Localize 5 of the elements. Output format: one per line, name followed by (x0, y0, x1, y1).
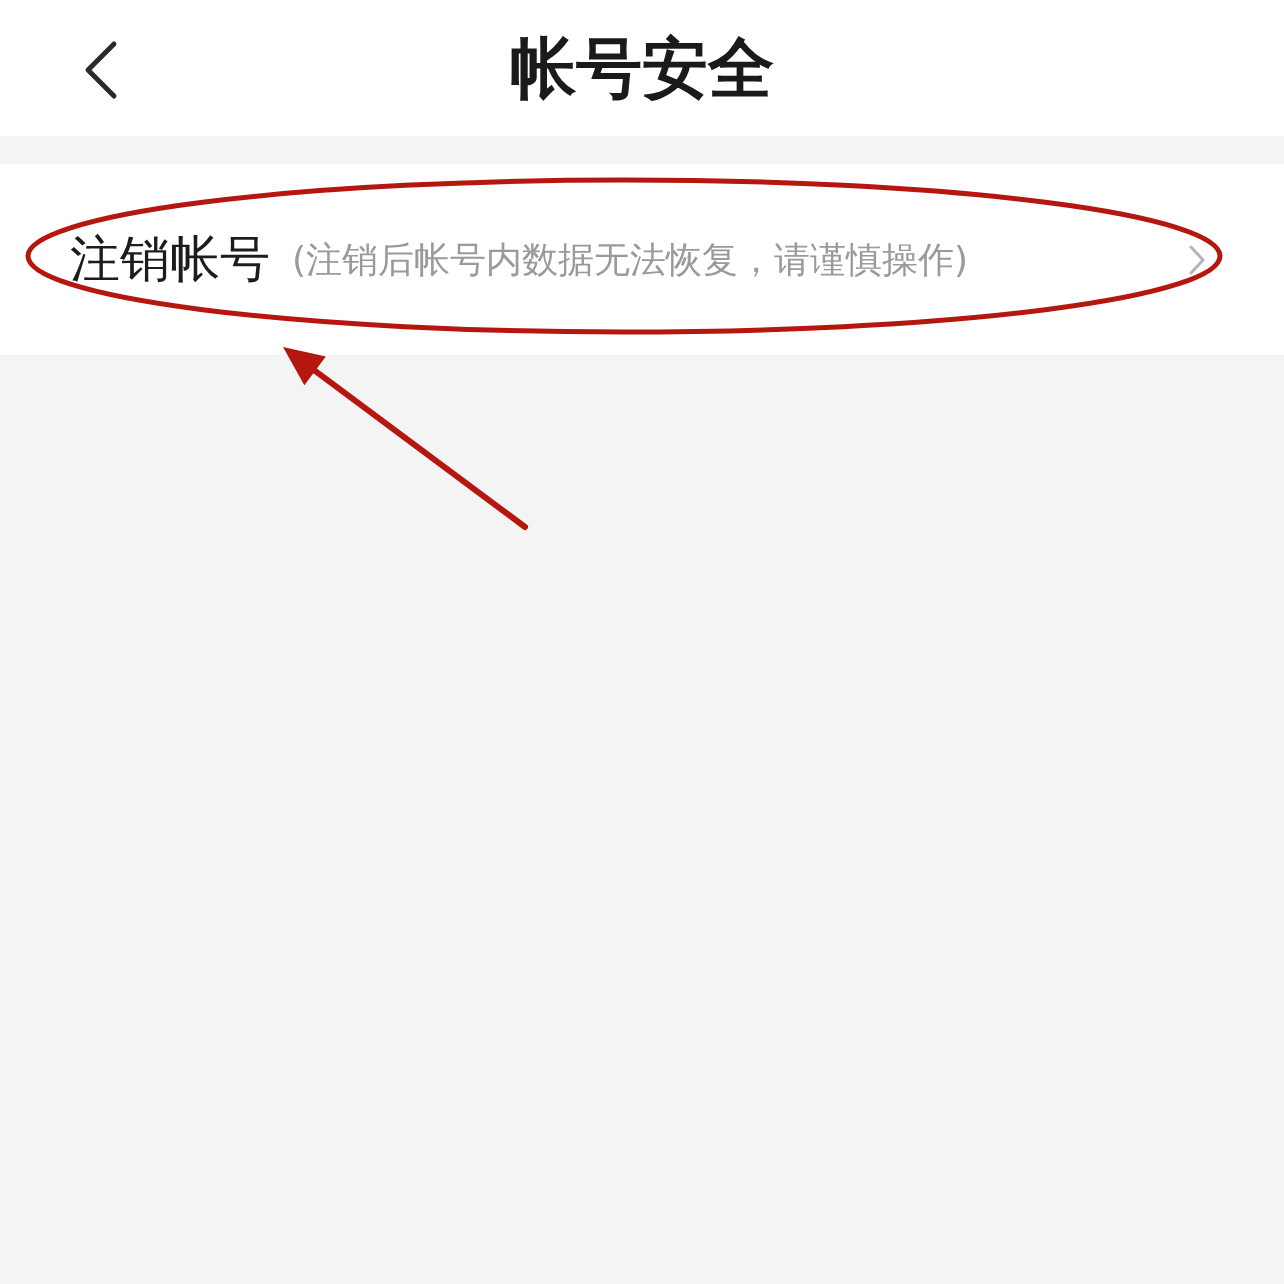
chevron-right-icon (1188, 243, 1206, 276)
row-label: 注销帐号 (70, 229, 270, 290)
settings-row[interactable]: 注销帐号 (注销后帐号内数据无法恢复，请谨慎操作) (0, 164, 1284, 355)
row-hint: (注销后帐号内数据无法恢复，请谨慎操作) (292, 237, 969, 282)
page-title: 帐号安全 (510, 35, 774, 101)
